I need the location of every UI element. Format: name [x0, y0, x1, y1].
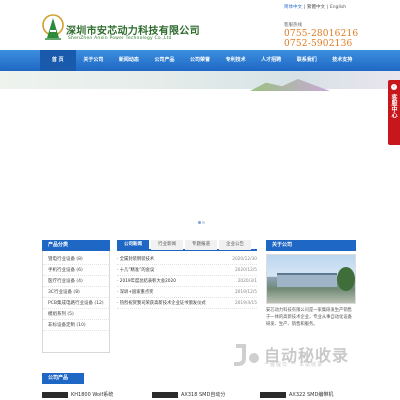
news-date: 2020/12/30: [232, 257, 257, 262]
nav-products[interactable]: 公司产品: [147, 50, 183, 71]
phone-number-2: 0752-5902136: [284, 39, 353, 49]
nav-jobs[interactable]: 人才招聘: [253, 50, 289, 71]
product-image[interactable]: [260, 391, 286, 398]
lang-english[interactable]: English: [330, 5, 346, 10]
news-title[interactable]: · 2019年度总结表彰大会2020: [117, 276, 227, 286]
main-nav: 首 页 关于公司 新闻动态 公司产品 公司荣誉 专利技术 人才招聘 联系我们 技…: [0, 50, 400, 71]
banner-pager-dot-active[interactable]: [198, 221, 201, 224]
company-logo[interactable]: [42, 14, 64, 42]
news-date: 2019/12/5: [234, 290, 257, 295]
news-title[interactable]: · 热烈祝贺我司荣获高新技术企业证书颁发仪式: [117, 298, 227, 308]
nav-honors[interactable]: 公司荣誉: [182, 50, 218, 71]
about-panel: 关于公司 安芯动力科技有限公司是一家集研发生产销售于一体的高新技术企业，专业从事…: [266, 240, 356, 337]
hero-banner[interactable]: [0, 71, 400, 231]
category-item[interactable]: 模组系列 (5): [43, 309, 109, 320]
product-image[interactable]: [152, 391, 178, 398]
language-switcher: 简体中文 | 繁體中文 | English: [284, 5, 347, 10]
product-name[interactable]: KH1800 Wolf系统: [71, 392, 113, 398]
product-item[interactable]: KH1800 Wolf系统: [42, 389, 140, 400]
product-categories: 产品分类 锂电行业设备 (8) 手机行业设备 (6) 医疗行业设备 (4) 3C…: [42, 240, 110, 353]
news-tabs: 公司新闻 行业新闻 专题报道 企业公告: [117, 240, 257, 251]
about-title: 关于公司: [266, 240, 356, 251]
tab-special-reports[interactable]: 专题报道: [185, 240, 217, 250]
product-name[interactable]: AX322 SMD编带机: [289, 392, 333, 398]
product-item[interactable]: AX322 SMD编带机: [260, 389, 358, 400]
news-item[interactable]: · 2019年度总结表彰大会2020 2020/3/1: [117, 276, 257, 287]
chevron-left-icon[interactable]: ‹: [391, 84, 397, 90]
category-item[interactable]: PCB集成电路行业设备 (12): [43, 298, 109, 309]
news-item[interactable]: · 全属封装倒装技术 2020/12/30: [117, 254, 257, 265]
product-name[interactable]: AX318 SMD自动分: [181, 392, 225, 398]
customer-service-label: 客服中心: [390, 94, 397, 118]
product-image[interactable]: [42, 391, 68, 398]
about-text: 安芯动力科技有限公司是一家集研发生产销售于一体的高新技术企业，专业从事自动化设备…: [266, 308, 352, 327]
nav-support[interactable]: 技术支持: [325, 50, 361, 71]
company-name-cn: 深圳市安芯动力科技有限公司: [66, 26, 200, 37]
watermark: 自动秘收录 一键提交 一 本站收录: [232, 340, 392, 370]
product-item[interactable]: AX318 SMD自动分: [152, 389, 250, 400]
news-panel: 公司新闻 行业新闻 专题报道 企业公告 · 全属封装倒装技术 2020/12/30…: [117, 240, 257, 309]
building-shape: [277, 273, 337, 287]
products-carousel: KH1800 Wolf系统 AX318 SMD自动分 AX322 SMD编带机: [42, 389, 358, 400]
watermark-logo-icon: [234, 344, 259, 366]
nav-news[interactable]: 新闻动态: [111, 50, 147, 71]
news-title[interactable]: · 十几“精准”的会议: [117, 265, 227, 275]
tab-company-news[interactable]: 公司新闻: [117, 240, 149, 250]
site-header: 深圳市安芯动力科技有限公司 ShenZhen Anxin Power Techn…: [0, 0, 400, 49]
watermark-subtext: 一键提交 一 本站收录: [264, 362, 324, 368]
category-item[interactable]: 非标设备定制 (10): [43, 320, 109, 331]
news-date: 2019/4/15: [234, 301, 257, 306]
news-title[interactable]: · 全属封装倒装技术: [117, 254, 227, 264]
tree-shape: [337, 267, 355, 291]
customer-service-float[interactable]: ‹ 客服中心: [388, 80, 400, 145]
category-item[interactable]: 手机行业设备 (6): [43, 265, 109, 276]
tab-announcements[interactable]: 企业公告: [219, 240, 251, 250]
tab-industry-news[interactable]: 行业新闻: [151, 240, 183, 250]
nav-about[interactable]: 关于公司: [76, 50, 112, 71]
hotline-label: 客服热线: [284, 23, 302, 28]
news-item[interactable]: · 十几“精准”的会议 2020/12/5: [117, 265, 257, 276]
lang-simplified[interactable]: 简体中文: [284, 5, 302, 10]
news-date: 2020/3/1: [237, 279, 257, 284]
banner-image-strip: [0, 71, 400, 89]
nav-patents[interactable]: 专利技术: [218, 50, 254, 71]
news-title[interactable]: · 深圳+国家重点奖: [117, 287, 227, 297]
categories-title: 产品分类: [42, 240, 110, 251]
products-section: 公司产品 KH1800 Wolf系统 AX318 SMD自动分 AX322 SM…: [42, 373, 358, 398]
category-item[interactable]: 3C行业设备 (8): [43, 287, 109, 298]
banner-pager-dot[interactable]: [202, 221, 205, 224]
lang-traditional[interactable]: 繁體中文: [307, 5, 325, 10]
news-date: 2020/12/5: [234, 268, 257, 273]
company-name-en: ShenZhen Anxin Power Technology Co.,Ltd: [68, 36, 172, 41]
news-item[interactable]: · 热烈祝贺我司荣获高新技术企业证书颁发仪式 2019/4/15: [117, 298, 257, 309]
nav-home[interactable]: 首 页: [40, 50, 76, 71]
news-item[interactable]: · 深圳+国家重点奖 2019/12/5: [117, 287, 257, 298]
category-item[interactable]: 医疗行业设备 (4): [43, 276, 109, 287]
phone-number-1: 0755-28016216: [284, 29, 359, 39]
nav-contact[interactable]: 联系我们: [289, 50, 325, 71]
products-title: 公司产品: [42, 373, 84, 384]
company-building-photo[interactable]: [266, 254, 356, 304]
category-item[interactable]: 锂电行业设备 (8): [43, 254, 109, 265]
